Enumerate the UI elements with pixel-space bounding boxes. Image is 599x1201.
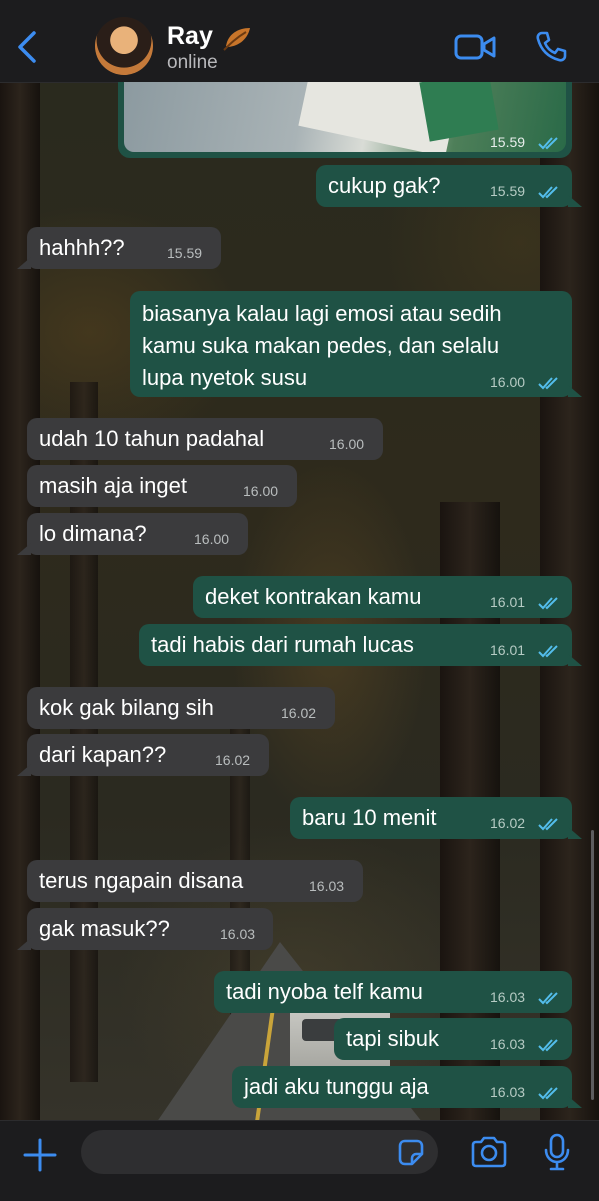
double-check-icon [538, 186, 558, 199]
camera-icon[interactable] [469, 1135, 509, 1169]
contact-status: online [167, 52, 218, 73]
message-text: tadi habis dari rumah lucas [151, 632, 414, 657]
message-text: udah 10 tahun padahal [39, 426, 265, 451]
message-time: 16.00 [243, 483, 279, 499]
message-text: dari kapan?? [39, 742, 167, 767]
message-text: baru 10 menit [302, 805, 437, 830]
back-icon[interactable] [14, 30, 40, 64]
message-text: cukup gak? [328, 173, 441, 198]
message-time: 16.03 [490, 989, 526, 1005]
double-check-icon [538, 1039, 558, 1052]
double-check-icon [538, 645, 558, 658]
double-check-icon [538, 992, 558, 1005]
message-time: 16.03 [490, 1036, 526, 1052]
double-check-icon [538, 1087, 558, 1100]
message-text: terus ngapain disana [39, 868, 244, 893]
message-text: tadi nyoba telf kamu [226, 979, 423, 1004]
contact-name[interactable]: Ray [167, 22, 213, 51]
message-time: 16.01 [490, 642, 526, 658]
sticker-icon[interactable] [396, 1138, 426, 1168]
message-bubble-incoming[interactable]: dari kapan?? 16.02 [17, 734, 269, 776]
message-time: 15.59 [167, 245, 203, 261]
message-text: biasanya kalau lagi emosi atau sedih [142, 301, 502, 326]
message-time: 16.00 [490, 374, 526, 390]
message-text: masih aja inget [39, 473, 187, 498]
scrollbar[interactable] [591, 830, 594, 1100]
message-bubble-outgoing[interactable]: jadi aku tunggu aja 16.03 [232, 1066, 582, 1108]
message-time: 16.03 [490, 1084, 526, 1100]
message-time: 16.00 [329, 436, 365, 452]
message-time: 16.02 [281, 705, 317, 721]
double-check-icon [538, 597, 558, 610]
message-text: jadi aku tunggu aja [244, 1074, 429, 1099]
message-text: hahhh?? [39, 235, 125, 260]
leaf-icon [223, 28, 250, 51]
message-bubble-outgoing[interactable]: tapi sibuk 16.03 [334, 1018, 572, 1060]
message-time: 16.00 [194, 531, 230, 547]
message-time: 16.03 [220, 926, 256, 942]
message-time: 16.03 [309, 878, 345, 894]
message-time: 16.02 [215, 752, 251, 768]
message-text: lupa nyetok susu [142, 365, 308, 390]
message-bubble-incoming[interactable]: kok gak bilang sih 16.02 [27, 687, 335, 729]
phone-call-icon[interactable] [534, 30, 568, 64]
message-bubble-outgoing[interactable]: deket kontrakan kamu 16.01 [193, 576, 572, 618]
message-bubble-incoming[interactable]: terus ngapain disana 16.03 [27, 860, 363, 902]
microphone-icon[interactable] [542, 1132, 572, 1172]
message-text: kok gak bilang sih [39, 695, 214, 720]
double-check-icon [538, 818, 558, 831]
image-message[interactable]: 15.59 [118, 82, 572, 158]
message-text: tapi sibuk [346, 1026, 439, 1051]
message-bubble-outgoing[interactable]: tadi nyoba telf kamu 16.03 [214, 971, 572, 1013]
message-text: gak masuk?? [39, 916, 170, 941]
message-bubble-incoming[interactable]: masih aja inget 16.00 [27, 465, 297, 507]
message-bubble-incoming[interactable]: gak masuk?? 16.03 [17, 908, 273, 950]
double-check-icon [538, 377, 558, 390]
message-text: kamu suka makan pedes, dan selalu [142, 333, 500, 358]
message-time: 15.59 [490, 183, 526, 199]
composer-bar [0, 1120, 599, 1201]
chat-header: Ray online [0, 0, 599, 83]
message-input[interactable] [81, 1130, 438, 1174]
avatar[interactable] [95, 17, 153, 75]
message-time: 16.02 [490, 815, 526, 831]
message-bubble-outgoing[interactable]: biasanya kalau lagi emosi atau sedih kam… [130, 291, 582, 397]
message-bubble-outgoing[interactable]: cukup gak? 15.59 [316, 165, 582, 207]
video-call-icon[interactable] [454, 33, 496, 61]
message-bubble-incoming[interactable]: udah 10 tahun padahal 16.00 [27, 418, 383, 460]
message-text: deket kontrakan kamu [205, 584, 422, 609]
message-bubble-incoming[interactable]: lo dimana? 16.00 [17, 513, 248, 555]
message-time: 16.01 [490, 594, 526, 610]
plus-icon[interactable] [22, 1137, 58, 1173]
double-check-icon [538, 137, 558, 150]
message-bubble-outgoing[interactable]: tadi habis dari rumah lucas 16.01 [139, 624, 582, 666]
message-bubble-outgoing[interactable]: baru 10 menit 16.02 [290, 797, 582, 839]
message-time: 15.59 [490, 134, 526, 150]
message-text: lo dimana? [39, 521, 147, 546]
message-bubble-incoming[interactable]: hahhh?? 15.59 [17, 227, 221, 269]
